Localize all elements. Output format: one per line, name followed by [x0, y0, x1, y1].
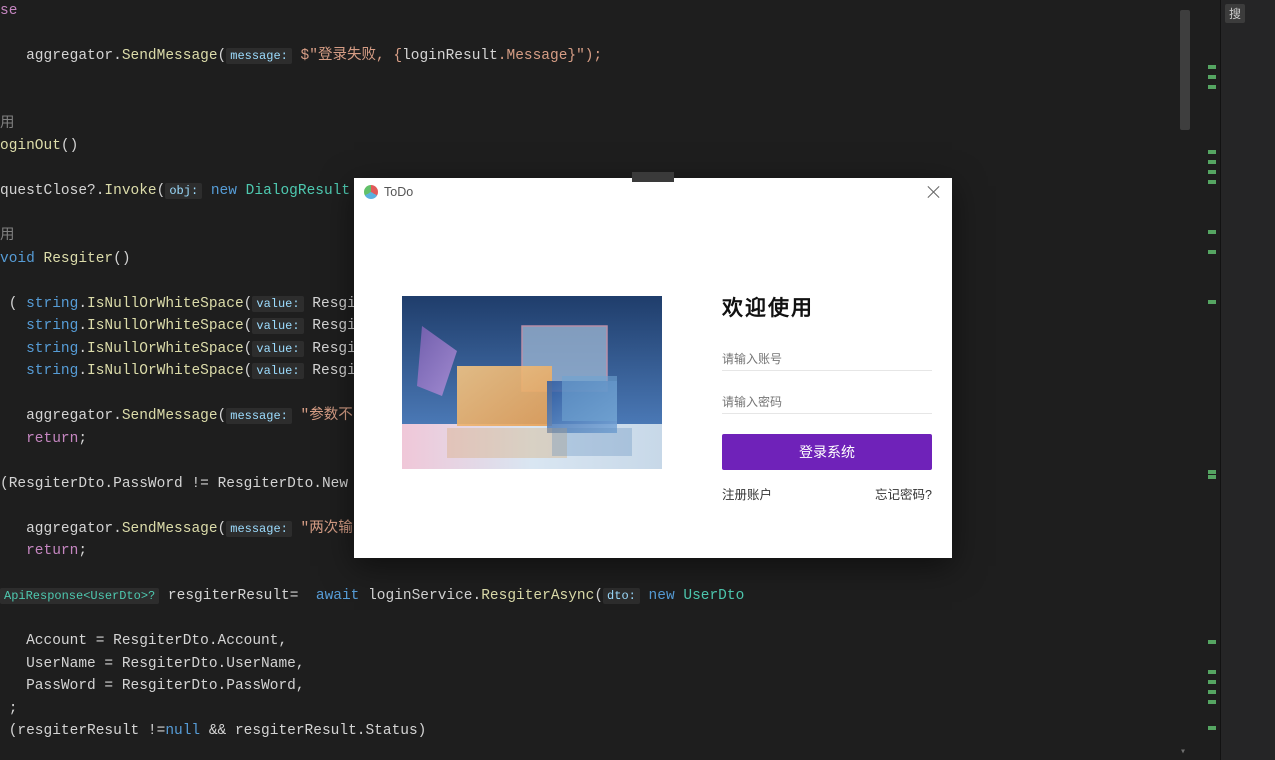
code-token: se [0, 3, 17, 19]
right-side-panel: 搜 [1220, 0, 1275, 760]
app-icon [364, 185, 378, 199]
overview-mark[interactable] [1208, 690, 1216, 694]
login-heading: 欢迎使用 [722, 292, 932, 322]
overview-mark[interactable] [1208, 470, 1216, 474]
overview-mark[interactable] [1208, 680, 1216, 684]
scrollbar-arrow-down-icon[interactable]: ▾ [1177, 746, 1189, 758]
scrollbar-thumb[interactable] [1180, 10, 1190, 130]
close-icon[interactable] [926, 184, 942, 200]
overview-mark[interactable] [1208, 670, 1216, 674]
login-links-row: 注册账户 忘记密码? [722, 484, 932, 503]
login-dialog: ToDo [354, 178, 952, 558]
account-input[interactable] [722, 348, 932, 371]
register-link[interactable]: 注册账户 [722, 484, 772, 503]
overview-mark[interactable] [1208, 230, 1216, 234]
overview-mark[interactable] [1208, 700, 1216, 704]
forgot-password-link[interactable]: 忘记密码? [875, 484, 932, 503]
dialog-body: 欢迎使用 登录系统 注册账户 忘记密码? [354, 206, 952, 527]
hero-illustration [402, 296, 662, 469]
window-drag-handle[interactable] [632, 172, 674, 182]
right-panel-toggle[interactable]: 搜 [1225, 4, 1245, 23]
login-button[interactable]: 登录系统 [722, 434, 932, 470]
overview-mark[interactable] [1208, 726, 1216, 730]
overview-mark[interactable] [1208, 250, 1216, 254]
overview-mark[interactable] [1208, 300, 1216, 304]
password-input[interactable] [722, 391, 932, 414]
overview-mark[interactable] [1208, 180, 1216, 184]
overview-mark[interactable] [1208, 160, 1216, 164]
overview-ruler[interactable] [1206, 0, 1218, 760]
dialog-titlebar[interactable]: ToDo [354, 178, 952, 206]
hero-svg [402, 296, 662, 469]
overview-mark[interactable] [1208, 65, 1216, 69]
login-form: 欢迎使用 登录系统 注册账户 忘记密码? [722, 292, 932, 503]
overview-mark[interactable] [1208, 475, 1216, 479]
overview-mark[interactable] [1208, 150, 1216, 154]
overview-mark[interactable] [1208, 170, 1216, 174]
overview-mark[interactable] [1208, 640, 1216, 644]
dialog-title: ToDo [384, 185, 413, 199]
overview-mark[interactable] [1208, 85, 1216, 89]
editor-vertical-scrollbar[interactable]: ▾ [1175, 0, 1190, 760]
overview-mark[interactable] [1208, 75, 1216, 79]
